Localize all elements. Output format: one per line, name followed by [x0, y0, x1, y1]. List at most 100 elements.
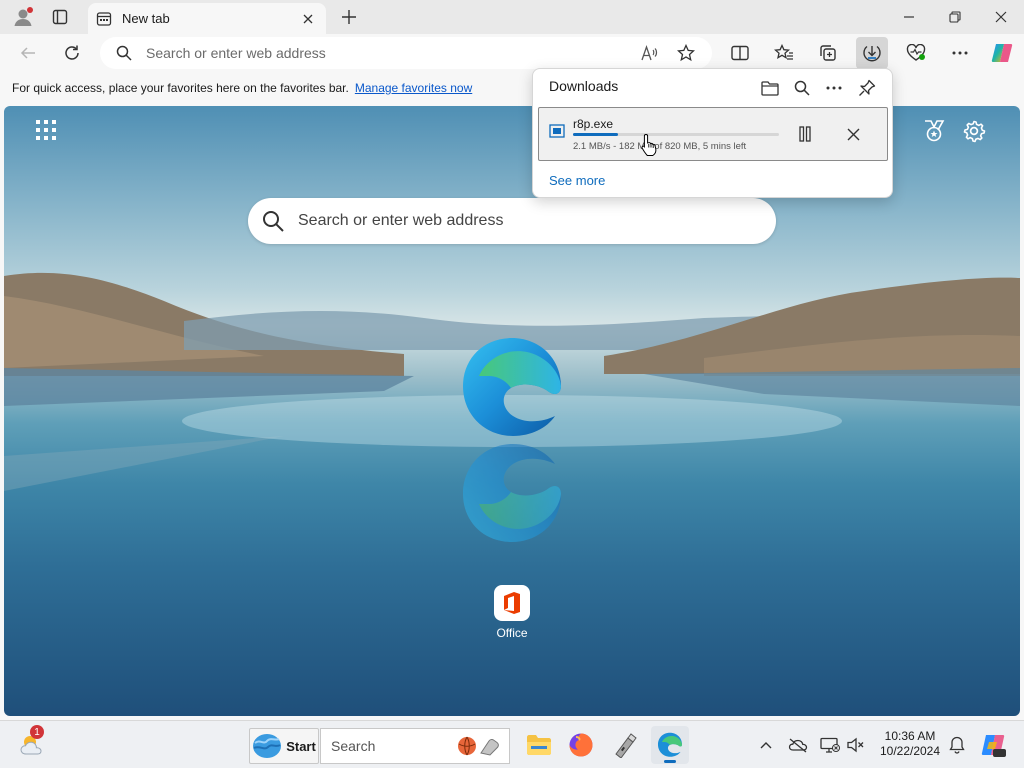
search-icon	[116, 45, 132, 61]
favorites-button[interactable]	[768, 37, 800, 69]
active-app-indicator	[664, 760, 676, 763]
taskbar-search-input[interactable]: Search	[331, 738, 457, 754]
taskbar-usb-tool[interactable]	[608, 728, 642, 762]
back-button[interactable]	[12, 37, 44, 69]
onedrive-icon	[788, 738, 808, 753]
taskbar-edge[interactable]	[651, 726, 689, 764]
address-bar[interactable]: Search or enter web address	[100, 37, 712, 69]
search-icon	[794, 80, 810, 96]
open-downloads-folder-button[interactable]	[757, 75, 783, 101]
close-icon	[847, 128, 859, 140]
weather-badge: 1	[30, 725, 44, 739]
clock[interactable]: 10:36 AM 10/22/2024	[872, 729, 948, 759]
apps-launcher-button[interactable]	[36, 120, 58, 142]
edge-icon	[657, 732, 683, 757]
favorites-icon	[774, 44, 793, 60]
bell-icon	[949, 736, 965, 754]
settings-icon	[963, 120, 986, 143]
close-icon	[995, 11, 1007, 23]
pause-icon	[799, 126, 811, 142]
tab-title: New tab	[122, 11, 170, 26]
new-tab-button[interactable]	[334, 0, 364, 34]
page-search-input[interactable]: Search or enter web address	[298, 212, 503, 230]
read-aloud-button[interactable]	[636, 39, 664, 67]
manage-favorites-link[interactable]: Manage favorites now	[355, 81, 472, 95]
taskbar-firefox[interactable]	[564, 728, 598, 762]
downloads-button[interactable]	[856, 37, 888, 69]
restore-button[interactable]	[932, 0, 978, 34]
page-search-box[interactable]: Search or enter web address	[248, 198, 776, 244]
read-aloud-icon	[641, 45, 658, 61]
pause-download-button[interactable]	[791, 120, 819, 148]
collections-button[interactable]	[812, 37, 844, 69]
folder-icon	[761, 81, 779, 96]
browser-essentials-button[interactable]	[900, 37, 932, 69]
cancel-download-button[interactable]	[839, 120, 867, 148]
downloads-more-options-button[interactable]	[821, 75, 847, 101]
settings-and-more-button[interactable]	[944, 37, 976, 69]
close-window-button[interactable]	[978, 0, 1024, 34]
taskbar: 1 Start Search 10:36 AM 10/22/2024	[0, 720, 1024, 768]
quick-link-office[interactable]	[494, 585, 530, 621]
rewards-icon	[925, 120, 945, 142]
network-icon	[820, 737, 840, 753]
firefox-icon	[569, 733, 593, 757]
download-icon	[863, 45, 881, 62]
usb-tool-icon	[615, 733, 637, 758]
network-tray-button[interactable]	[818, 733, 842, 757]
toolbar: Search or enter web address	[0, 34, 1024, 72]
profile-button[interactable]	[6, 0, 40, 34]
pin-icon	[859, 79, 876, 96]
more-icon	[826, 86, 842, 90]
downloads-flyout: Downloads r8p.exe 2.1 MB/s - 182 MB of 8…	[532, 68, 893, 198]
taskbar-search-box[interactable]: Search	[320, 728, 510, 764]
minimize-button[interactable]	[886, 0, 932, 34]
see-more-link[interactable]: See more	[549, 173, 605, 188]
weather-widget[interactable]: 1	[16, 725, 50, 761]
copilot-pre-icon	[981, 735, 1006, 757]
pin-downloads-button[interactable]	[854, 75, 880, 101]
search-highlight-icon	[458, 736, 499, 756]
apps-grid-icon	[36, 120, 56, 140]
office-icon	[504, 592, 520, 614]
search-downloads-button[interactable]	[789, 75, 815, 101]
address-input[interactable]: Search or enter web address	[146, 45, 636, 61]
chevron-up-icon	[760, 742, 772, 749]
clock-time: 10:36 AM	[884, 729, 936, 743]
close-icon	[303, 14, 313, 23]
show-hidden-icons-button[interactable]	[756, 733, 776, 757]
notifications-button[interactable]	[946, 733, 968, 757]
rewards-button[interactable]	[922, 119, 946, 143]
more-icon	[952, 51, 968, 55]
file-explorer-icon	[527, 735, 551, 755]
minimize-icon	[904, 16, 914, 18]
volume-tray-button[interactable]	[844, 733, 868, 757]
tab-close-button[interactable]	[298, 9, 318, 29]
start-icon	[253, 734, 282, 758]
tab-actions-button[interactable]	[44, 0, 76, 34]
copilot-button[interactable]	[986, 37, 1018, 69]
edge-logo-icon	[463, 338, 561, 436]
edge-logo-reflection-icon	[463, 444, 561, 542]
download-item[interactable]: r8p.exe 2.1 MB/s - 182 MB of 820 MB, 5 m…	[538, 107, 888, 161]
restore-icon	[949, 11, 961, 23]
taskbar-file-explorer[interactable]	[522, 728, 556, 762]
workspaces-icon	[52, 9, 68, 25]
start-button[interactable]: Start	[249, 728, 319, 764]
add-favorite-button[interactable]	[672, 39, 700, 67]
file-icon	[549, 124, 565, 138]
page-settings-button[interactable]	[962, 119, 986, 143]
favorites-bar-message: For quick access, place your favorites h…	[12, 81, 349, 95]
tab-new-tab[interactable]: New tab	[88, 3, 326, 34]
search-icon	[263, 211, 284, 232]
refresh-button[interactable]	[56, 37, 88, 69]
profile-icon	[14, 7, 33, 26]
copilot-icon	[991, 44, 1013, 62]
onedrive-tray-button[interactable]	[786, 733, 810, 757]
download-status: 2.1 MB/s - 182 MB of 820 MB, 5 mins left	[573, 141, 747, 152]
download-progress-bar	[573, 133, 779, 136]
split-screen-button[interactable]	[724, 37, 756, 69]
volume-icon	[847, 737, 864, 753]
cursor-icon	[641, 133, 657, 156]
taskbar-copilot-button[interactable]	[978, 730, 1008, 760]
